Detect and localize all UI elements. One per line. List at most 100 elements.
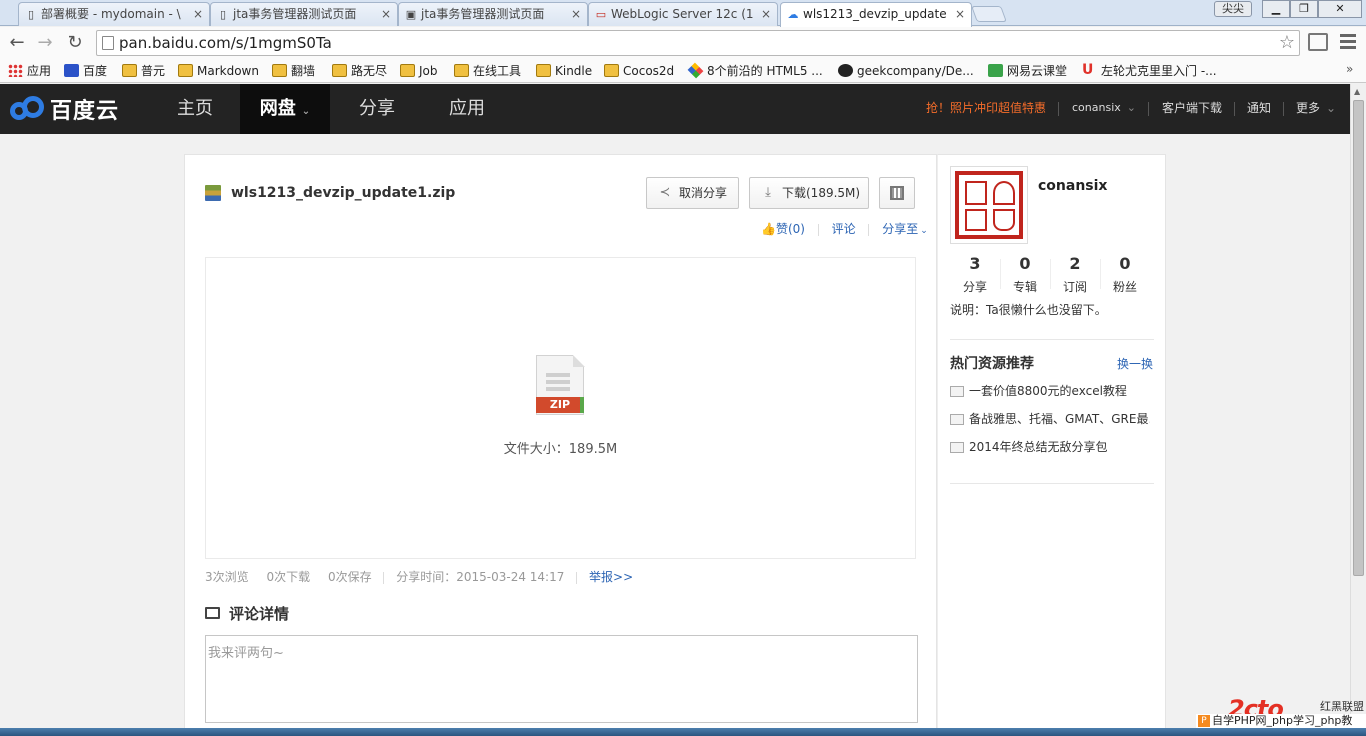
- p-logo-icon: P: [1198, 715, 1210, 727]
- divider: [383, 571, 385, 584]
- comment-input[interactable]: [205, 635, 918, 723]
- bookmark-folder[interactable]: Job: [400, 62, 438, 80]
- folder-icon: [400, 64, 415, 77]
- stat-label: 分享: [962, 280, 987, 294]
- stat-label: 专辑: [1012, 280, 1037, 294]
- profile-button[interactable]: 尖尖: [1214, 1, 1252, 17]
- bookmark-163-study[interactable]: 网易云课堂: [988, 62, 1067, 80]
- back-arrow-icon[interactable]: ←: [6, 32, 28, 54]
- social-actions: 👍赞(0) 评论 分享至 ⌄: [761, 220, 928, 238]
- close-tab-icon[interactable]: ×: [955, 3, 965, 25]
- qrcode-button[interactable]: [879, 177, 915, 209]
- comment-link[interactable]: 评论: [832, 222, 856, 236]
- cancel-share-button[interactable]: ≺ 取消分享: [646, 177, 739, 209]
- user-menu[interactable]: conansix ⌄: [1072, 84, 1136, 134]
- baidu-cloud-logo[interactable]: 百度云: [10, 93, 119, 125]
- bookmark-folder[interactable]: 普元: [122, 62, 165, 80]
- browser-tab-5-active[interactable]: ☁ wls1213_devzip_update ×: [780, 2, 972, 27]
- stat-subscriptions[interactable]: 2 订阅: [1050, 253, 1100, 297]
- page-icon: ▯: [219, 8, 227, 21]
- hot-resource-item[interactable]: 备战雅思、托福、GMAT、GRE最…: [950, 411, 1150, 427]
- divider: [950, 339, 1154, 340]
- nav-apps[interactable]: 应用: [422, 84, 512, 134]
- divider: [1234, 102, 1235, 116]
- minimize-button[interactable]: ▁: [1262, 0, 1290, 18]
- download-count: 0次下载: [266, 570, 311, 584]
- hot-resources-title: 热门资源推荐: [950, 356, 1034, 372]
- client-download-link[interactable]: 客户端下载: [1162, 84, 1222, 134]
- username[interactable]: conansix: [1038, 178, 1107, 194]
- file-share-panel: wls1213_devzip_update1.zip ≺ 取消分享 ⤓ 下载(1…: [184, 154, 937, 736]
- hot-resource-item[interactable]: 2014年终总结无敌分享包: [950, 439, 1150, 455]
- browser-tab-3[interactable]: ▣ jta事务管理器测试页面 ×: [398, 2, 588, 26]
- stat-number: 3: [969, 254, 981, 273]
- bookmark-label: 普元: [141, 64, 166, 78]
- nav-label: 网盘: [259, 98, 296, 119]
- address-bar[interactable]: ☆: [96, 30, 1300, 56]
- close-tab-icon[interactable]: ×: [381, 3, 391, 25]
- browser-tab-1[interactable]: ▯ 部署概要 - mydomain - \ ×: [18, 2, 210, 26]
- bookmarks-more-icon[interactable]: »: [1346, 62, 1353, 76]
- chevron-down-icon: ⌄: [1126, 101, 1136, 114]
- menu-icon[interactable]: [1340, 34, 1356, 50]
- url-input[interactable]: [119, 32, 1269, 54]
- bookmark-label: 在线工具: [473, 64, 522, 78]
- stat-albums[interactable]: 0 专辑: [1000, 253, 1050, 297]
- bookmark-baidu[interactable]: 百度: [64, 62, 107, 80]
- hot-resource-item[interactable]: 一套价值8800元的excel教程: [950, 383, 1150, 399]
- stat-shares[interactable]: 3 分享: [950, 253, 1000, 297]
- more-menu[interactable]: 更多 ⌄: [1296, 84, 1336, 134]
- refresh-link[interactable]: 换一换: [1117, 355, 1153, 372]
- apps-grid-icon: [8, 64, 23, 77]
- browser-tab-2[interactable]: ▯ jta事务管理器测试页面 ×: [210, 2, 398, 26]
- watermark-bar: P 自学PHP网_php学习_php教: [1196, 714, 1366, 728]
- bookmark-folder[interactable]: 在线工具: [454, 62, 521, 80]
- bookmark-html5[interactable]: 8个前沿的 HTML5 ...: [687, 62, 823, 80]
- restore-button[interactable]: ❐: [1290, 0, 1318, 18]
- avatar[interactable]: [950, 166, 1028, 244]
- logo-text: 百度云: [50, 99, 120, 124]
- tab-title: jta事务管理器测试页面: [233, 7, 357, 21]
- bookmark-folder[interactable]: Markdown: [178, 62, 259, 80]
- vertical-scrollbar[interactable]: ▲: [1350, 84, 1366, 736]
- watermark-text: 自学PHP网_php学习_php教: [1212, 714, 1353, 727]
- bookmark-github[interactable]: geekcompany/De...: [838, 62, 974, 80]
- notify-link[interactable]: 通知: [1247, 84, 1271, 134]
- bookmark-folder[interactable]: 翻墙: [272, 62, 315, 80]
- tab-title: jta事务管理器测试页面: [421, 7, 545, 21]
- chevron-down-icon: ⌄: [301, 106, 311, 117]
- scroll-up-icon[interactable]: ▲: [1354, 87, 1360, 96]
- zip-archive-icon: ZIP: [536, 355, 586, 417]
- share-to-link[interactable]: 分享至 ⌄: [882, 222, 928, 236]
- bookmark-star-icon[interactable]: ☆: [1279, 32, 1295, 54]
- like-link[interactable]: 👍赞(0): [761, 222, 805, 236]
- nav-home[interactable]: 主页: [150, 84, 240, 134]
- more-label: 更多: [1296, 101, 1321, 115]
- download-button[interactable]: ⤓ 下载(189.5M): [749, 177, 869, 209]
- extension-icon[interactable]: [1308, 33, 1328, 51]
- browser-tab-4[interactable]: ▭ WebLogic Server 12c (1 ×: [588, 2, 778, 26]
- bookmark-folder[interactable]: Cocos2d: [604, 62, 674, 80]
- nav-netdisk[interactable]: 网盘 ⌄: [240, 84, 330, 134]
- bookmark-apps[interactable]: 应用: [8, 62, 51, 80]
- close-window-button[interactable]: ✕: [1318, 0, 1362, 18]
- close-tab-icon[interactable]: ×: [193, 3, 203, 25]
- promo-link[interactable]: 抢！照片冲印超值特惠: [926, 84, 1046, 134]
- watermark-subtitle: 红黑联盟: [1320, 700, 1364, 713]
- hot-resource-label: 一套价值8800元的excel教程: [969, 384, 1127, 398]
- nav-share[interactable]: 分享: [332, 84, 422, 134]
- bookmark-ukulele[interactable]: U 左轮尤克里里入门 -...: [1082, 62, 1217, 80]
- forward-arrow-icon[interactable]: →: [34, 32, 56, 54]
- divider: [950, 483, 1154, 484]
- stat-fans[interactable]: 0 粉丝: [1100, 253, 1150, 297]
- scroll-thumb[interactable]: [1353, 100, 1364, 576]
- report-link[interactable]: 举报>>: [589, 570, 633, 584]
- close-tab-icon[interactable]: ×: [571, 3, 581, 25]
- bookmark-folder[interactable]: 路无尽: [332, 62, 387, 80]
- folder-icon: [122, 64, 137, 77]
- reload-icon[interactable]: ↻: [64, 32, 86, 54]
- bookmark-folder[interactable]: Kindle: [536, 62, 592, 80]
- new-tab-button[interactable]: [971, 6, 1007, 22]
- stat-label: 订阅: [1062, 280, 1087, 294]
- close-tab-icon[interactable]: ×: [761, 3, 771, 25]
